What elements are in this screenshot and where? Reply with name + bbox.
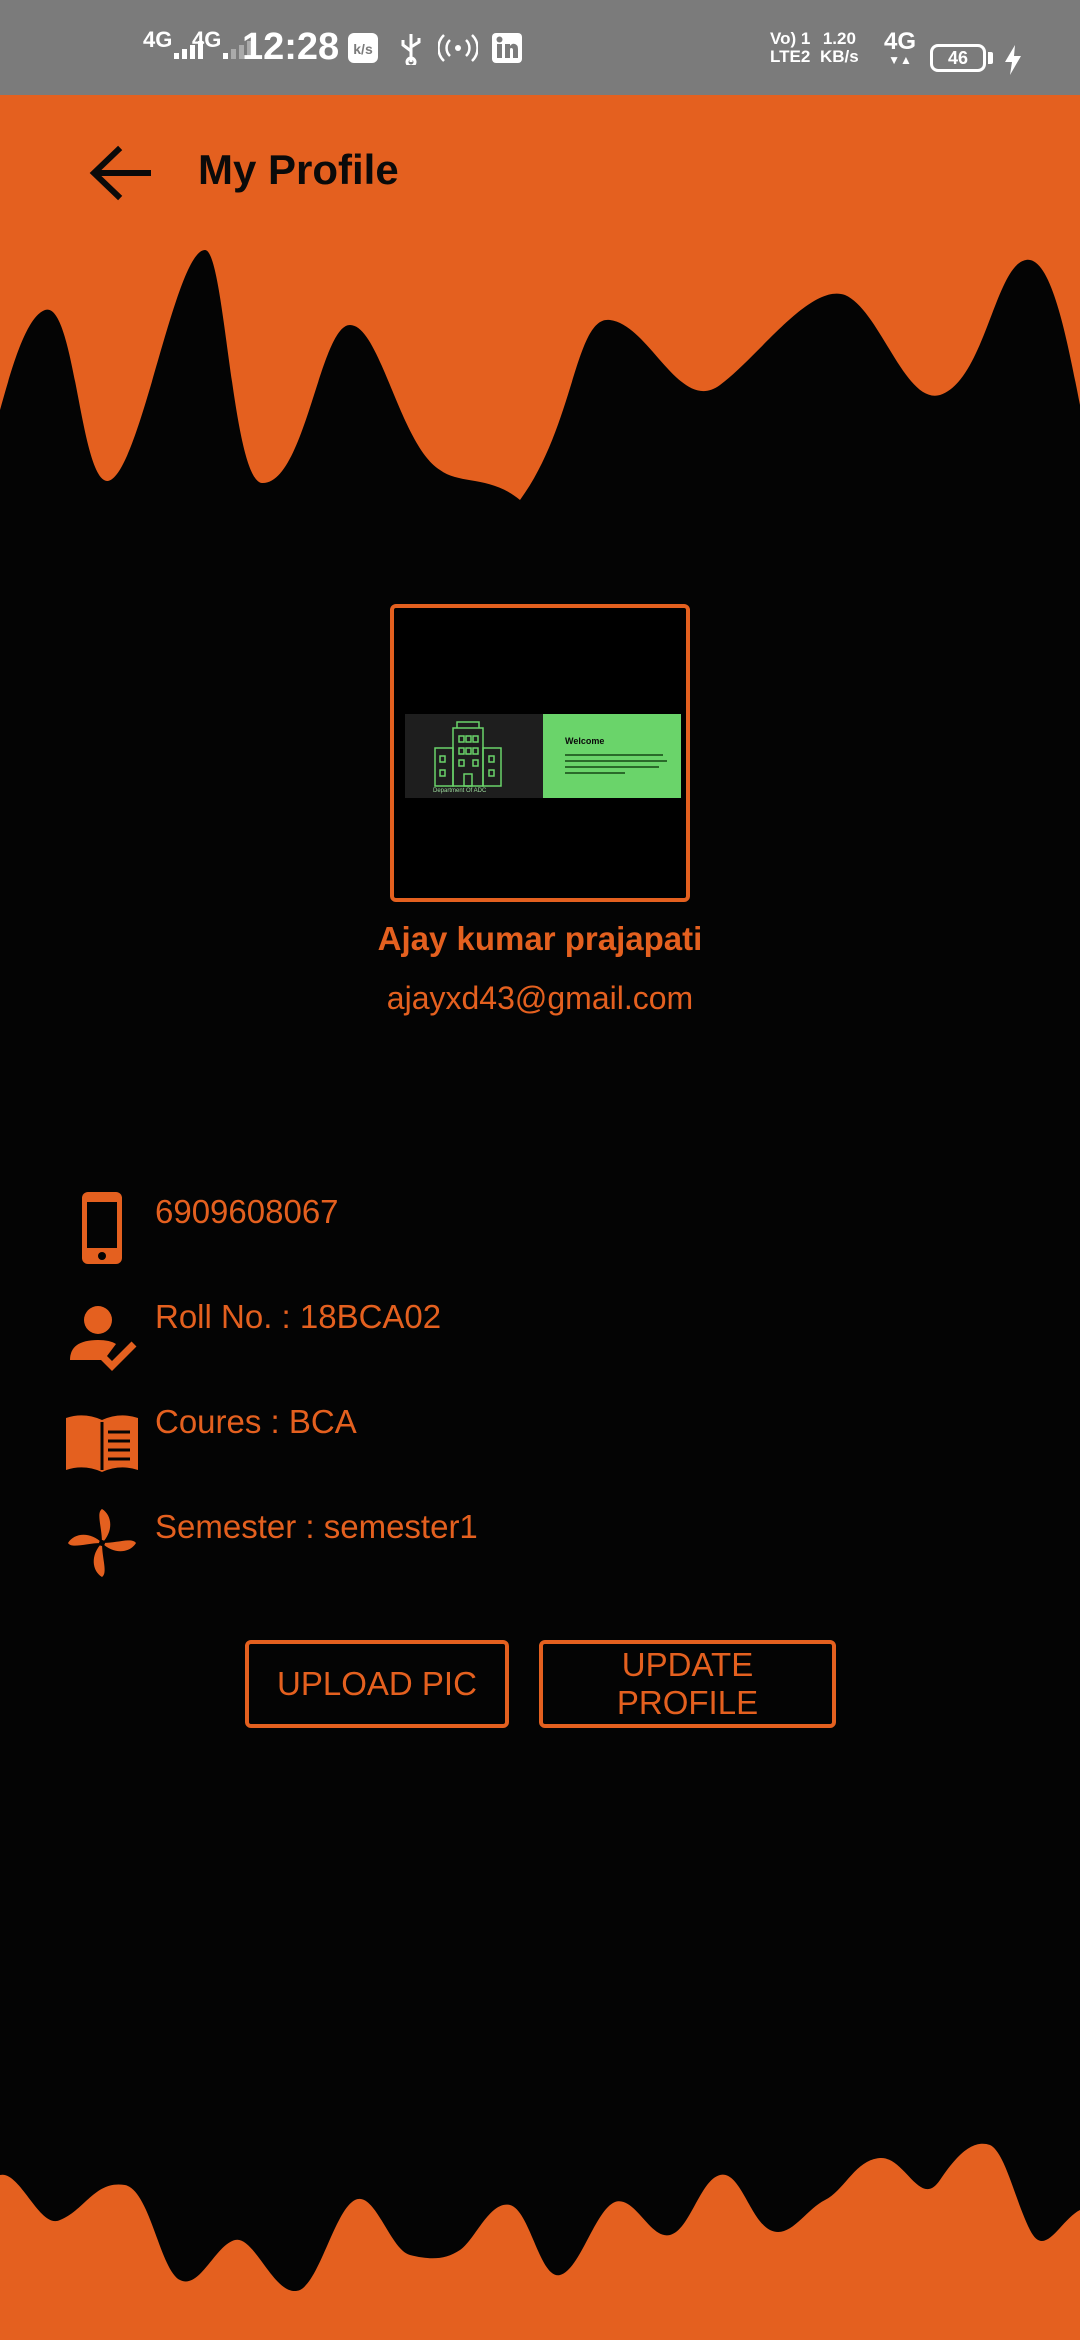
network-type-label: 4G <box>143 26 173 52</box>
data-arrows-icon: ▼▲ <box>888 52 912 67</box>
thumbnail-text-line <box>565 754 663 756</box>
thumbnail-text-line <box>565 772 625 774</box>
thumbnail-welcome-panel: Welcome <box>543 714 681 798</box>
speed-value: 1.20 <box>822 28 856 48</box>
data-indicator: 4G ▼▲ <box>884 0 916 95</box>
time-label: 12:28 <box>242 26 340 68</box>
upload-pic-button[interactable]: UPLOAD PIC <box>245 1640 509 1728</box>
page-title: My Profile <box>198 146 399 193</box>
pinwheel-icon <box>68 1509 136 1577</box>
battery-icon: 46 <box>930 44 986 72</box>
profile-email: ajayxd43@gmail.com <box>386 980 694 1016</box>
network-type-label: 4G <box>884 27 917 55</box>
battery-level: 46 <box>947 47 969 68</box>
phone-number: 6909608067 <box>155 1193 339 1230</box>
arrow-back-icon <box>89 145 151 201</box>
book-icon <box>66 1415 138 1472</box>
notification-icons: k/s <box>346 0 524 95</box>
profile-picture[interactable]: Department Of ADC Welcome <box>390 604 690 902</box>
thumbnail-caption: Department Of ADC <box>433 788 487 794</box>
roll-number: Roll No. : 18BCA02 <box>155 1298 442 1335</box>
speed-meter-icon: k/s <box>348 32 378 63</box>
thumbnail-heading: Welcome <box>565 736 605 746</box>
battery-nub <box>988 52 993 64</box>
volte-bottom-label: LTE2 <box>770 46 811 66</box>
thumbnail-building-panel: Department Of ADC <box>405 714 543 798</box>
network-speed: 1.20 KB/s <box>820 0 859 95</box>
course-label: Coures : BCA <box>155 1403 357 1440</box>
charging-icon <box>1005 45 1021 75</box>
status-bar: 4G 4G 12:28 k/s Vo) 1 LTE2 1.20 KB/s 4G ▼▲… <box>0 0 1080 95</box>
clock: 12:28 <box>242 0 339 95</box>
back-button[interactable] <box>84 138 164 208</box>
linkedin-icon <box>492 32 522 63</box>
volte-top-label: Vo) 1 <box>770 28 811 48</box>
bottom-wave-decoration <box>0 2143 1080 2340</box>
thumbnail-text-line <box>565 760 667 762</box>
network-type-label: 4G <box>192 26 222 52</box>
building-icon <box>434 721 502 787</box>
thumbnail-text-line <box>565 766 659 768</box>
phone-icon <box>82 1192 122 1264</box>
svg-text:k/s: k/s <box>353 41 373 57</box>
volte-indicator: Vo) 1 LTE2 <box>770 0 810 95</box>
semester-label: Semester : semester1 <box>155 1508 478 1545</box>
usb-icon <box>401 33 421 65</box>
person-check-icon <box>70 1306 137 1371</box>
profile-picture-image: Department Of ADC Welcome <box>405 714 681 798</box>
hotspot-icon <box>438 33 478 62</box>
speed-unit: KB/s <box>820 46 859 66</box>
update-profile-button[interactable]: UPDATE PROFILE <box>539 1640 836 1728</box>
profile-name: Ajay kumar prajapati <box>377 920 703 957</box>
